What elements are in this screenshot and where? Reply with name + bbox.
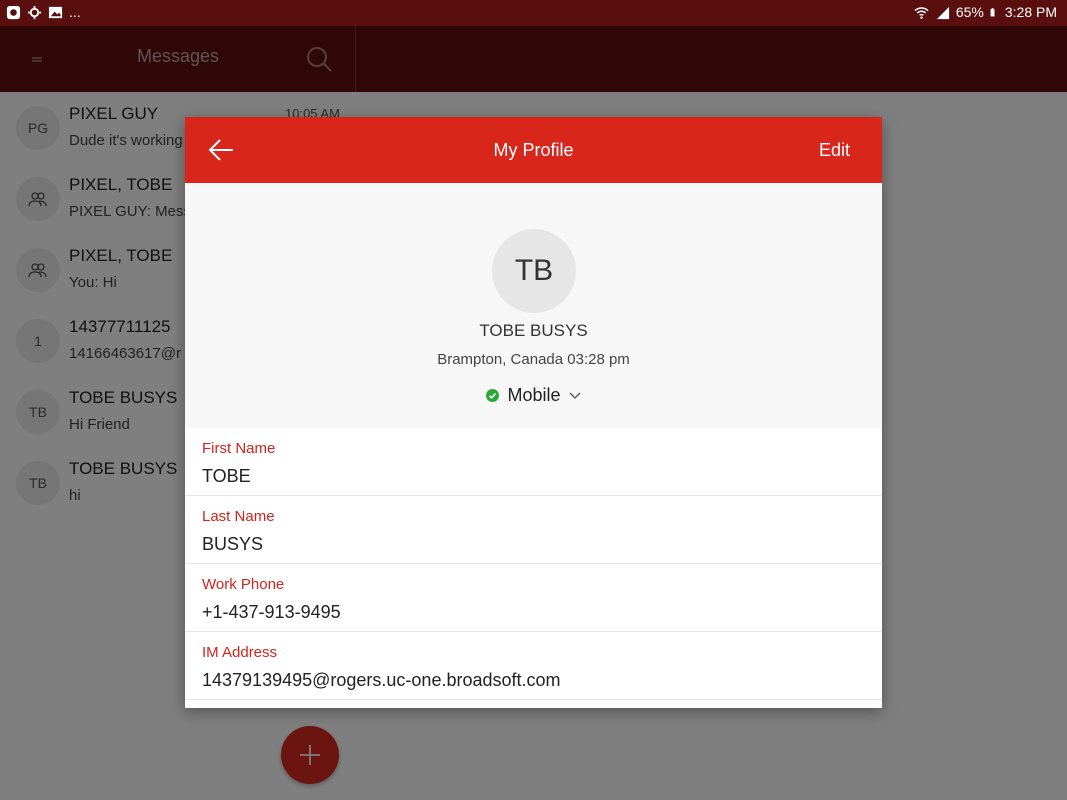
presence-label: Mobile: [507, 385, 561, 405]
field-label: Work Phone: [202, 576, 285, 593]
dialog-header: My Profile Edit: [185, 117, 882, 183]
profile-avatar: TB: [492, 229, 576, 313]
wifi-icon: [914, 6, 929, 19]
work-phone-field: Work Phone +1-437-913-9495: [185, 564, 882, 632]
status-more: ...: [69, 4, 81, 20]
field-value: +1-437-913-9495: [202, 602, 341, 622]
check-circle-icon: [486, 389, 500, 402]
field-label: IM Address: [202, 644, 278, 661]
field-label: Last Name: [202, 508, 275, 525]
clock: 3:28 PM: [1004, 4, 1057, 20]
field-value: TOBE: [202, 466, 251, 486]
presence-selector[interactable]: Mobile: [185, 385, 882, 406]
battery-percent: 65%: [955, 4, 984, 20]
profile-name: TOBE BUSYS: [479, 321, 588, 340]
edit-button[interactable]: Edit: [819, 140, 850, 161]
settings-icon: [27, 5, 42, 19]
status-bar: ... 65% 3:28 PM: [0, 0, 1067, 26]
field-label: First Name: [202, 440, 276, 457]
field-value: BUSYS: [202, 534, 264, 554]
image-icon: [48, 6, 63, 18]
dialog-title: My Profile: [493, 140, 574, 160]
im-address-field: IM Address 14379139495@rogers.uc-one.bro…: [185, 632, 882, 700]
app-icon: [6, 5, 21, 19]
field-value: 14379139495@rogers.uc-one.broadsoft.com: [202, 670, 561, 690]
last-name-field: Last Name BUSYS: [185, 496, 882, 564]
signal-icon: [936, 6, 949, 19]
first-name-field: First Name TOBE: [185, 428, 882, 496]
chevron-down-icon: [569, 392, 580, 399]
profile-dialog: My Profile Edit TB TOBE BUSYS Brampton, …: [185, 117, 882, 708]
profile-summary: TB TOBE BUSYS Brampton, Canada 03:28 pm …: [185, 183, 882, 428]
profile-location: Brampton, Canada 03:28 pm: [437, 351, 630, 368]
battery-icon: [990, 7, 995, 16]
